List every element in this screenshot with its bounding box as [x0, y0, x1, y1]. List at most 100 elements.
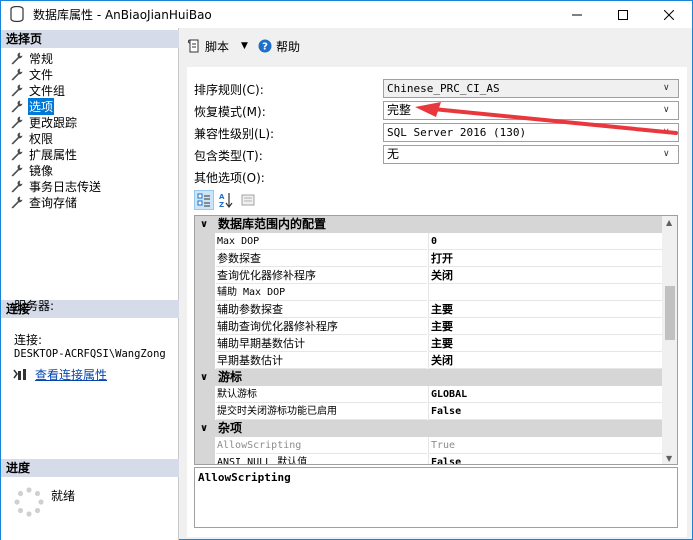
collation-value: Chinese_PRC_CI_AS: [387, 82, 500, 95]
wrench-icon: [11, 196, 23, 209]
database-properties-window: 数据库属性 - AnBiaoJianHuiBao 选择页 常规 文件 文件组 选项 更改…: [0, 0, 693, 540]
property-pages-button[interactable]: [238, 190, 258, 210]
page-item[interactable]: 查询存储: [10, 194, 102, 210]
alphabetical-sort-button[interactable]: A Z: [216, 190, 236, 210]
property-name: 查询优化器修补程序: [216, 267, 427, 284]
property-name: AllowScripting: [216, 437, 427, 454]
page-item[interactable]: 镜像: [10, 162, 102, 178]
collapse-icon[interactable]: ∨: [200, 216, 208, 233]
page-item-label: 扩展属性: [29, 147, 78, 162]
scroll-down-icon[interactable]: ▼: [666, 454, 672, 463]
property-description: AllowScripting: [194, 467, 678, 528]
containment-type-value: 无: [387, 147, 400, 161]
compatibility-level-select[interactable]: SQL Server 2016 (130) ∨: [383, 123, 679, 142]
categorized-view-button[interactable]: [194, 190, 214, 210]
close-icon: [664, 9, 674, 20]
property-category[interactable]: ∨ 游标: [195, 369, 662, 386]
property-value[interactable]: 0: [428, 233, 662, 250]
property-row[interactable]: ANSI NULL 默认值 False: [195, 454, 662, 464]
page-item[interactable]: 扩展属性: [10, 146, 102, 162]
page-item-label: 权限: [29, 131, 54, 146]
chevron-down-icon: ∨: [663, 127, 670, 137]
view-connection-link[interactable]: 查看连接属性: [35, 366, 107, 383]
help-button[interactable]: ? 帮助: [258, 38, 300, 55]
property-value[interactable]: 打开: [428, 250, 662, 267]
database-icon: [10, 6, 24, 22]
property-row[interactable]: 辅助 Max DOP: [195, 284, 662, 301]
minimize-button[interactable]: [554, 1, 600, 28]
property-value[interactable]: 主要: [428, 318, 662, 335]
collapse-icon[interactable]: ∨: [200, 369, 208, 386]
category-name: 数据库范围内的配置: [218, 217, 327, 231]
property-row[interactable]: 辅助查询优化器修补程序 主要: [195, 318, 662, 335]
property-value[interactable]: GLOBAL: [428, 386, 662, 403]
help-icon: ?: [258, 39, 272, 53]
wrench-icon: [11, 164, 23, 177]
view-connection-properties[interactable]: 查看连接属性: [13, 366, 107, 383]
property-value[interactable]: 主要: [428, 301, 662, 318]
recovery-model-select[interactable]: 完整 ∨: [383, 101, 679, 120]
wrench-icon: [11, 100, 23, 113]
property-value[interactable]: True: [428, 437, 662, 454]
property-value[interactable]: 关闭: [428, 267, 662, 284]
property-grid: ∨ 数据库范围内的配置 Max DOP 0 参数探查 打开 查询优化器修补程序 关闭 辅助 Ma…: [194, 215, 678, 465]
page-item[interactable]: 文件: [10, 66, 102, 82]
page-item[interactable]: 选项: [10, 97, 102, 115]
script-dropdown-caret-icon[interactable]: ▼: [241, 41, 248, 51]
collapse-icon[interactable]: ∨: [200, 420, 208, 437]
page-item[interactable]: 文件组: [10, 82, 102, 98]
property-category[interactable]: ∨ 数据库范围内的配置: [195, 216, 662, 233]
property-category[interactable]: ∨ 杂项: [195, 420, 662, 437]
property-pages-icon: [241, 194, 255, 206]
property-row[interactable]: 参数探查 打开: [195, 250, 662, 267]
progress-body: 就绪: [13, 486, 75, 518]
property-row[interactable]: 查询优化器修补程序 关闭: [195, 267, 662, 284]
page-item[interactable]: 权限: [10, 130, 102, 146]
property-value[interactable]: 主要: [428, 335, 662, 352]
property-name: 辅助早期基数估计: [216, 335, 427, 352]
wrench-icon: [11, 148, 23, 161]
help-label: 帮助: [275, 39, 300, 54]
categorized-icon: [197, 193, 210, 207]
maximize-button[interactable]: [600, 1, 646, 28]
property-grid-scrollbar[interactable]: ▲ ▼: [662, 216, 677, 464]
property-value[interactable]: False: [428, 454, 662, 464]
property-value[interactable]: [428, 284, 662, 301]
property-row[interactable]: 辅助早期基数估计 主要: [195, 335, 662, 352]
property-name: 默认游标: [216, 386, 427, 403]
property-row[interactable]: 早期基数估计 关闭: [195, 352, 662, 369]
page-item[interactable]: 事务日志传送: [10, 178, 102, 194]
chevron-down-icon: ∨: [663, 83, 670, 93]
connection-label: 连接:: [14, 333, 43, 347]
progress-spinner-icon: [14, 487, 44, 517]
property-value[interactable]: 关闭: [428, 352, 662, 369]
compatibility-level-label: 兼容性级别(L):: [194, 127, 275, 141]
other-options-label: 其他选项(O):: [194, 171, 265, 185]
svg-text:A: A: [219, 193, 225, 201]
page-item[interactable]: 更改跟踪: [10, 114, 102, 130]
property-name: 辅助参数探查: [216, 301, 427, 318]
page-item-label: 更改跟踪: [29, 115, 78, 130]
page-item-label: 选项: [28, 97, 55, 115]
wrench-icon: [11, 68, 23, 81]
connection-info: 服务器: 连接: DESKTOP-ACRFQSI\WangZong: [14, 299, 166, 361]
property-row[interactable]: 提交时关闭游标功能已启用 False: [195, 403, 662, 420]
property-value[interactable]: False: [428, 403, 662, 420]
containment-type-select[interactable]: 无 ∨: [383, 145, 679, 164]
script-button[interactable]: 脚本: [187, 38, 229, 55]
wrench-icon: [11, 52, 23, 65]
page-item[interactable]: 常规: [10, 50, 102, 66]
close-button[interactable]: [646, 1, 692, 28]
property-row[interactable]: AllowScripting True: [195, 437, 662, 454]
category-name: 游标: [218, 370, 243, 384]
scroll-up-icon[interactable]: ▲: [666, 218, 672, 227]
property-row[interactable]: Max DOP 0: [195, 233, 662, 250]
maximize-icon: [618, 9, 628, 20]
property-row[interactable]: 默认游标 GLOBAL: [195, 386, 662, 403]
property-row[interactable]: 辅助参数探查 主要: [195, 301, 662, 318]
server-label: 服务器:: [14, 299, 55, 313]
page-item-label: 事务日志传送: [29, 179, 102, 194]
collation-select[interactable]: Chinese_PRC_CI_AS ∨: [383, 79, 679, 98]
scrollbar-thumb[interactable]: [665, 286, 675, 340]
chevron-down-icon: ∨: [663, 149, 670, 159]
